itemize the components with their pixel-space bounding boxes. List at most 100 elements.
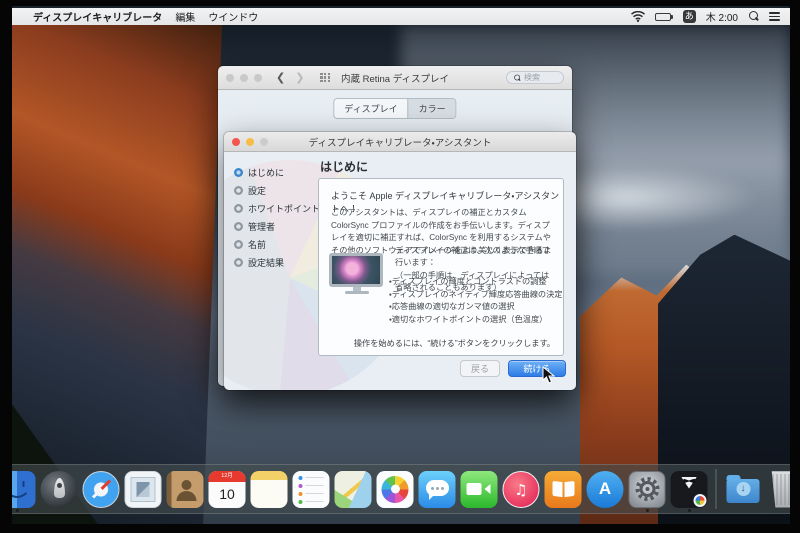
step-icon xyxy=(234,222,243,231)
dock-launchpad-icon[interactable] xyxy=(40,470,78,508)
footer-hint: 操作を始めるには、“続ける”ボタンをクリックします。 xyxy=(353,339,555,348)
display-color-tabs: ディスプレイ カラー xyxy=(333,98,457,119)
step-admin[interactable]: 管理者 xyxy=(234,220,320,233)
step-label: 管理者 xyxy=(248,222,276,232)
dock-mail-icon[interactable] xyxy=(124,470,162,508)
continue-button[interactable]: 続ける xyxy=(508,360,566,377)
dock-finder-icon[interactable] xyxy=(12,470,36,508)
dock-display-calibrator-icon[interactable] xyxy=(670,470,708,508)
step-icon xyxy=(234,258,243,267)
tab-color[interactable]: カラー xyxy=(407,99,456,118)
step-label: ホワイトポイント xyxy=(248,204,321,214)
step-name[interactable]: 名前 xyxy=(234,238,320,251)
running-indicator xyxy=(15,509,19,512)
minimize-icon[interactable] xyxy=(240,73,248,82)
search-placeholder: 検索 xyxy=(524,73,540,82)
step-setup[interactable]: 設定 xyxy=(234,184,320,197)
calendar-day: 10 xyxy=(219,485,235,502)
search-field[interactable]: 検索 xyxy=(506,71,564,84)
menu-app-name[interactable]: ディスプレイキャリブレータ xyxy=(33,9,162,24)
step-active-icon xyxy=(234,168,243,177)
dock-appstore-icon[interactable]: A xyxy=(586,470,624,508)
dock-reminders-icon[interactable] xyxy=(292,470,330,508)
menu-edit[interactable]: 編集 xyxy=(175,9,195,24)
dock-contacts-icon[interactable] xyxy=(166,470,204,508)
monitor-flower-image xyxy=(329,253,385,297)
calibrator-window: ディスプレイキャリブレータ・アシスタント はじめに 設定 ホワイトポイント 管理… xyxy=(224,132,576,390)
zoom-icon[interactable] xyxy=(254,73,262,82)
download-arrow-icon: ↓ xyxy=(736,482,750,496)
battery-icon[interactable] xyxy=(654,12,673,21)
dock-itunes-icon[interactable]: ♫ xyxy=(502,470,540,508)
dock-calendar-icon[interactable]: 12月 10 xyxy=(208,470,246,508)
dock-messages-icon[interactable] xyxy=(418,470,456,508)
back-button[interactable]: 戻る xyxy=(460,360,500,377)
displays-titlebar[interactable]: ❮ ❯ 内蔵 Retina ディスプレイ 検索 xyxy=(218,66,572,90)
wifi-icon[interactable] xyxy=(630,11,645,22)
step-label: 名前 xyxy=(248,240,267,250)
dock-maps-icon[interactable] xyxy=(334,470,372,508)
forward-arrow-icon[interactable]: ❯ xyxy=(295,71,304,84)
step-intro[interactable]: はじめに xyxy=(234,166,320,179)
person-silhouette-icon xyxy=(176,480,197,502)
procedure-bullets: ・ディスプレイの輝度とコントラストの調整 ・ディスプレイのネイティブ輝度応答曲線… xyxy=(389,276,563,327)
color-pinwheel-icon xyxy=(381,475,409,503)
close-icon[interactable] xyxy=(232,137,240,146)
speech-bubble-icon xyxy=(425,480,449,501)
bullet-item: ・応答曲線の適切なガンマ値の選択 xyxy=(389,302,515,312)
dock-downloads-folder-icon[interactable]: ↓ xyxy=(725,471,762,508)
step-whitepoint[interactable]: ホワイトポイント xyxy=(234,202,320,215)
step-summary[interactable]: 設定結果 xyxy=(234,256,320,269)
show-all-icon[interactable] xyxy=(320,72,330,83)
calibration-steps-list: はじめに 設定 ホワイトポイント 管理者 名前 設定結果 xyxy=(234,166,320,269)
dock-safari-icon[interactable] xyxy=(82,470,120,508)
dock-trash-icon[interactable] xyxy=(771,471,790,508)
menu-window[interactable]: ウインドウ xyxy=(208,9,258,24)
calibrator-window-title: ディスプレイキャリブレータ・アシスタント xyxy=(308,137,492,149)
dock-system-preferences-icon[interactable] xyxy=(628,470,666,508)
step-icon xyxy=(234,240,243,249)
bullet-item: ・ディスプレイのネイティブ輝度応答曲線の決定 xyxy=(389,289,563,299)
bullet-item: ・適切なホワイトポイントの選択（色温度） xyxy=(389,315,548,325)
close-icon[interactable] xyxy=(226,73,234,82)
calendar-month: 12月 xyxy=(208,470,246,482)
zoom-icon[interactable] xyxy=(260,137,268,146)
notification-center-icon[interactable] xyxy=(769,12,780,21)
dock-photos-icon[interactable] xyxy=(376,470,414,508)
compass-needle-icon xyxy=(91,479,111,499)
dock: 12月 10 ♫ A ↓ xyxy=(12,464,790,514)
open-book-icon xyxy=(552,480,574,498)
rocket-icon xyxy=(53,477,65,498)
step-label: 設定結果 xyxy=(248,258,285,268)
stamp-icon xyxy=(130,476,156,502)
dock-notes-icon[interactable] xyxy=(250,470,288,508)
calibrator-body: はじめに 設定 ホワイトポイント 管理者 名前 設定結果 はじめに ようこそ A… xyxy=(224,152,576,390)
step-label: 設定 xyxy=(248,186,267,196)
page-title: はじめに xyxy=(320,160,369,174)
step-label: はじめに xyxy=(248,168,285,178)
menu-clock[interactable]: 木 2:00 xyxy=(706,9,738,24)
running-indicator xyxy=(645,509,649,512)
minimize-icon[interactable] xyxy=(246,137,254,146)
monitor-screen xyxy=(329,253,383,287)
back-arrow-icon[interactable]: ❮ xyxy=(276,71,285,84)
dock-facetime-icon[interactable] xyxy=(460,470,498,508)
music-note-icon: ♫ xyxy=(514,480,528,499)
photographed-screen: ディスプレイキャリブレータ 編集 ウインドウ あ 木 2:00 ❮ ❯ 内蔵 R… xyxy=(0,0,800,533)
spotlight-icon[interactable] xyxy=(748,11,759,22)
mouse-cursor xyxy=(542,366,555,384)
input-method-icon[interactable]: あ xyxy=(682,10,696,23)
colorsync-badge-icon xyxy=(693,493,707,507)
step-icon xyxy=(234,204,243,213)
intro-content-box: ようこそ Apple ディスプレイキャリブレータ・アシスタントへ！ このアシスタ… xyxy=(318,178,564,356)
step-icon xyxy=(234,186,243,195)
calibrator-titlebar[interactable]: ディスプレイキャリブレータ・アシスタント xyxy=(224,132,576,152)
search-icon xyxy=(514,74,521,81)
desktop: ディスプレイキャリブレータ 編集 ウインドウ あ 木 2:00 ❮ ❯ 内蔵 R… xyxy=(12,6,790,524)
gear-icon xyxy=(635,477,659,501)
menu-bar: ディスプレイキャリブレータ 編集 ウインドウ あ 木 2:00 xyxy=(12,8,790,25)
tab-display[interactable]: ディスプレイ xyxy=(334,99,408,118)
running-indicator xyxy=(687,509,691,512)
dock-ibooks-icon[interactable] xyxy=(544,470,582,508)
dock-separator xyxy=(715,469,717,509)
